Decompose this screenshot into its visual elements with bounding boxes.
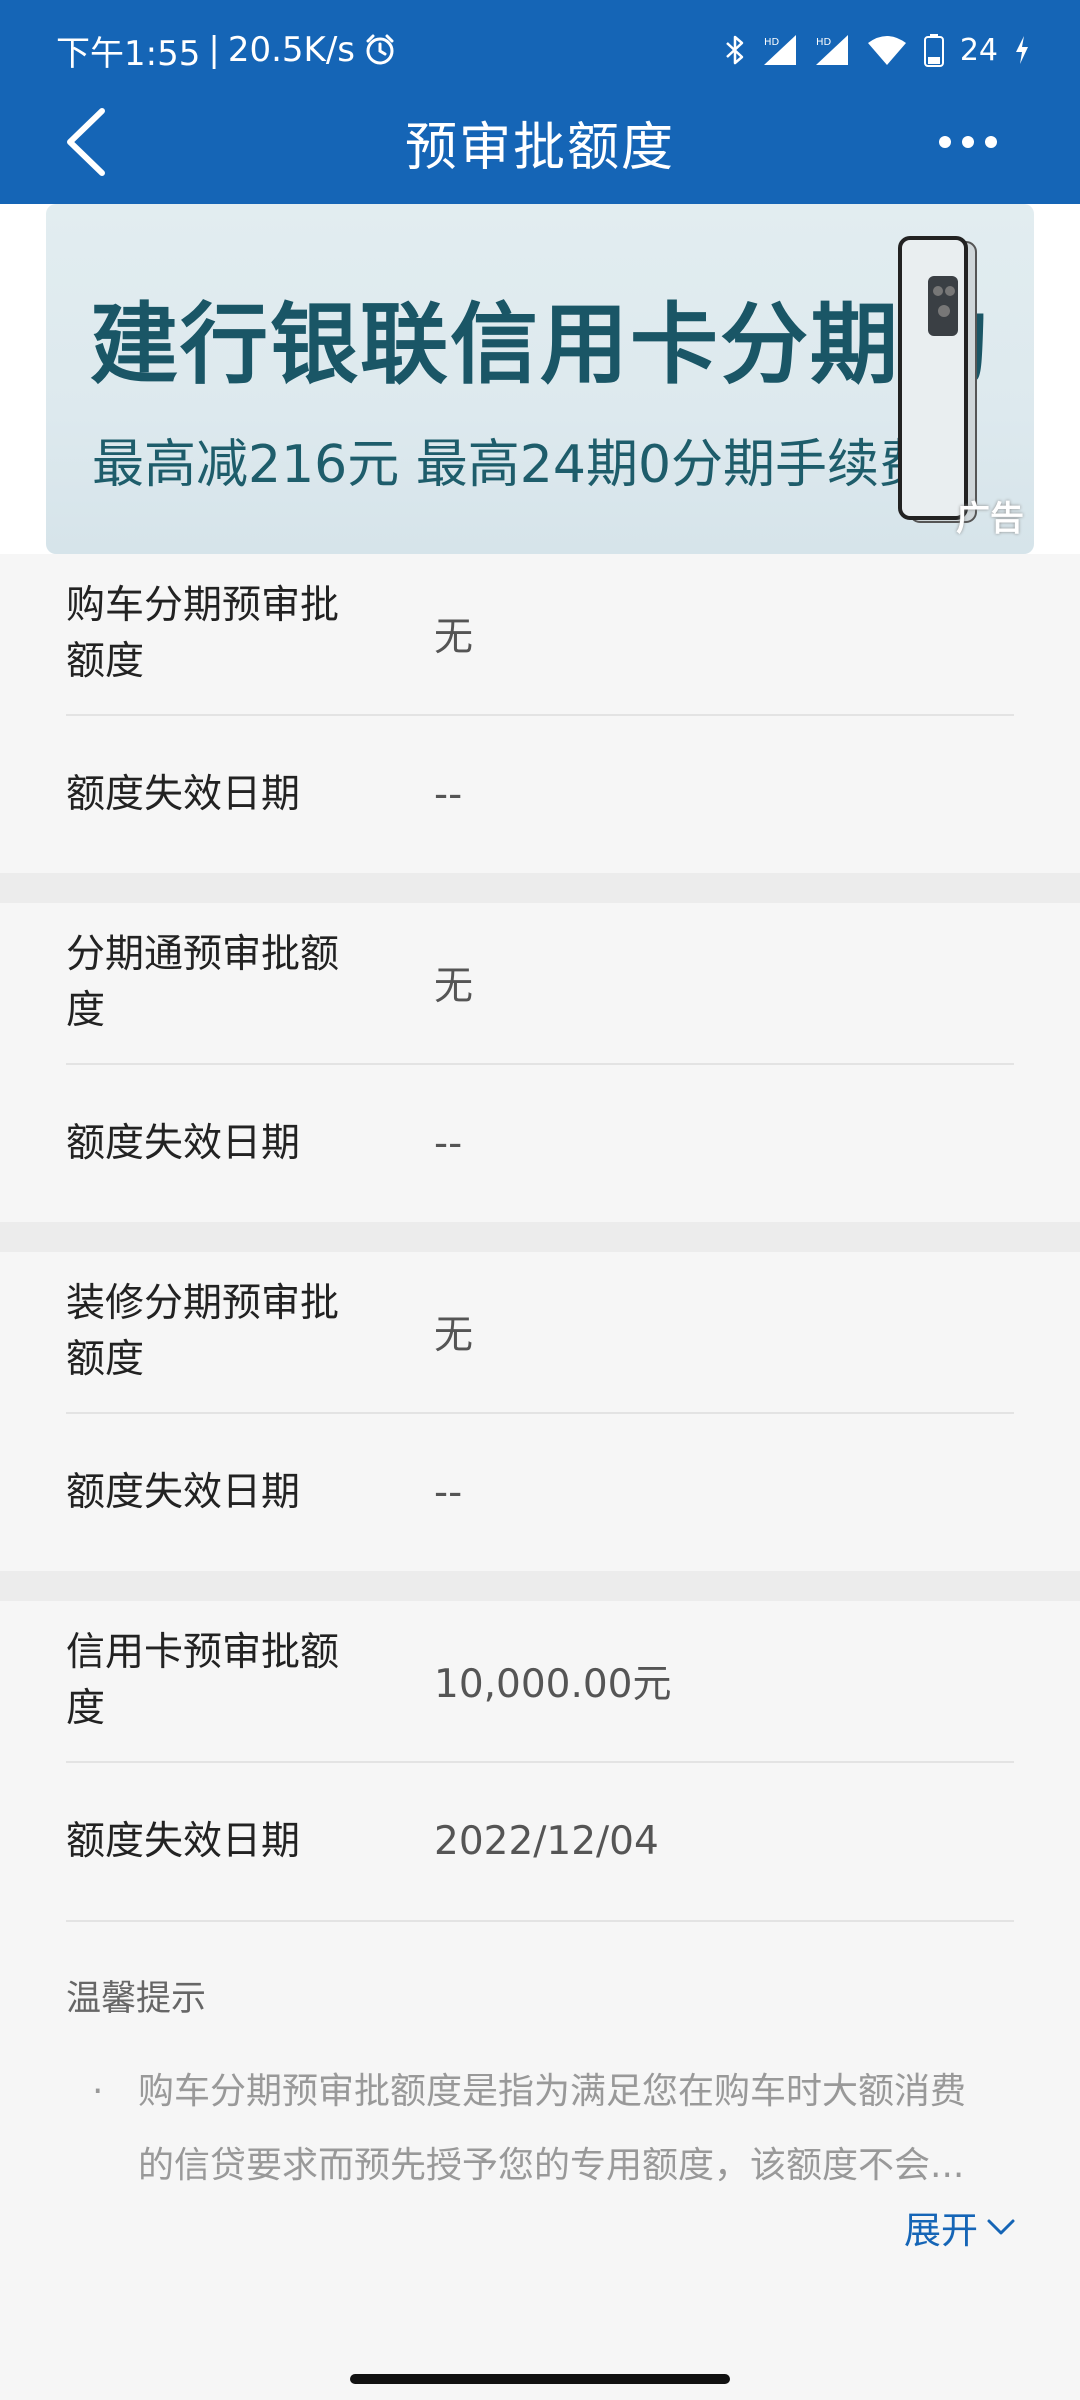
more-dots-icon (939, 136, 997, 148)
row-value: -- (434, 1470, 463, 1515)
bluetooth-icon (724, 33, 746, 67)
row-label: 额度失效日期 (66, 1120, 301, 1166)
list-item: 额度失效日期 -- (66, 1414, 1014, 1571)
home-indicator[interactable] (350, 2374, 730, 2384)
pre-approval-list: 购车分期预审批额度 无 额度失效日期 -- 分期通预审批额度 无 额度失效日期 … (0, 554, 1080, 1922)
chevron-left-icon (67, 108, 105, 176)
list-item: 分期通预审批额度 无 (66, 903, 1014, 1065)
section-divider (0, 1571, 1080, 1601)
svg-text:HD: HD (816, 37, 832, 48)
tips-line-1: 购车分期预审批额度是指为满足您在购车时大额消费 (138, 2071, 967, 2112)
charging-icon (1014, 35, 1030, 65)
row-label: 额度失效日期 (66, 771, 301, 817)
row-label: 信用卡预审批额度 (66, 1630, 340, 1731)
section-divider (0, 873, 1080, 903)
section-credit-card: 信用卡预审批额度 10,000.00元 额度失效日期 2022/12/04 (0, 1601, 1080, 1922)
wifi-icon (866, 33, 908, 67)
section-installment: 分期通预审批额度 无 额度失效日期 -- (0, 903, 1080, 1222)
bullet: · (92, 2071, 104, 2112)
row-label: 额度失效日期 (66, 1469, 301, 1515)
row-label: 额度失效日期 (66, 1818, 301, 1864)
ad-tag: 广告 (956, 499, 1024, 539)
banner-container: 建行银联信用卡分期购 最高减216元 最高24期0分期手续费 广告 (0, 204, 1080, 554)
list-item: 额度失效日期 -- (66, 716, 1014, 873)
row-label: 分期通预审批额度 (66, 932, 340, 1033)
back-button[interactable] (56, 104, 116, 180)
row-value: 2022/12/04 (434, 1819, 659, 1864)
list-item: 购车分期预审批额度 无 (66, 554, 1014, 716)
page-title: 预审批额度 (404, 117, 675, 178)
expand-label: 展开 (904, 2209, 978, 2252)
banner-subtitle: 最高减216元 最高24期0分期手续费 (92, 435, 932, 495)
signal-hd-icon-1: HD (762, 33, 798, 67)
signal-hd-icon-2: HD (814, 33, 850, 67)
status-separator: | (208, 30, 220, 70)
more-button[interactable] (928, 112, 1008, 172)
row-value: -- (434, 1121, 463, 1166)
row-value: 无 (434, 1313, 474, 1358)
banner-title: 建行银联信用卡分期购 (90, 293, 991, 396)
tips-line-2: 的信贷要求而预先授予您的专用额度，该额度不会... (138, 2145, 965, 2186)
section-divider (0, 1222, 1080, 1252)
alarm-icon (363, 33, 397, 67)
tips-section: 温馨提示 · 购车分期预审批额度是指为满足您在购车时大额消费 的信贷要求而预先授… (66, 1970, 1016, 2203)
tips-title: 温馨提示 (66, 1979, 207, 2019)
chevron-down-icon (987, 2219, 1015, 2235)
nav-bar: 预审批额度 (0, 92, 1080, 192)
battery-icon (923, 33, 944, 67)
battery-level: 24 (959, 32, 998, 68)
status-bar: 下午1:55 | 20.5K/s HD HD 24 (56, 20, 1030, 80)
row-value: 无 (434, 615, 474, 660)
row-value: -- (434, 772, 463, 817)
row-value: 10,000.00元 (434, 1662, 672, 1707)
list-item: 额度失效日期 2022/12/04 (66, 1763, 1014, 1922)
row-label: 装修分期预审批额度 (66, 1281, 340, 1382)
list-item: 额度失效日期 -- (66, 1065, 1014, 1222)
status-network-speed: 20.5K/s (227, 30, 355, 70)
row-value: 无 (434, 964, 474, 1009)
svg-text:HD: HD (764, 37, 780, 48)
promo-banner[interactable]: 建行银联信用卡分期购 最高减216元 最高24期0分期手续费 广告 (46, 204, 1034, 554)
section-car-loan: 购车分期预审批额度 无 额度失效日期 -- (0, 554, 1080, 873)
list-item: 信用卡预审批额度 10,000.00元 (66, 1601, 1014, 1763)
row-label: 购车分期预审批额度 (66, 583, 340, 684)
status-time: 下午1:55 (56, 33, 201, 74)
expand-button[interactable]: 展开 (904, 2200, 1016, 2254)
section-renovation: 装修分期预审批额度 无 额度失效日期 -- (0, 1252, 1080, 1571)
list-item: 装修分期预审批额度 无 (66, 1252, 1014, 1414)
phone-image (898, 236, 977, 523)
top-bar: 下午1:55 | 20.5K/s HD HD 24 预审批额度 (0, 0, 1080, 204)
tips-body: · 购车分期预审批额度是指为满足您在购车时大额消费 的信贷要求而预先授予您的专用… (66, 2055, 1016, 2203)
